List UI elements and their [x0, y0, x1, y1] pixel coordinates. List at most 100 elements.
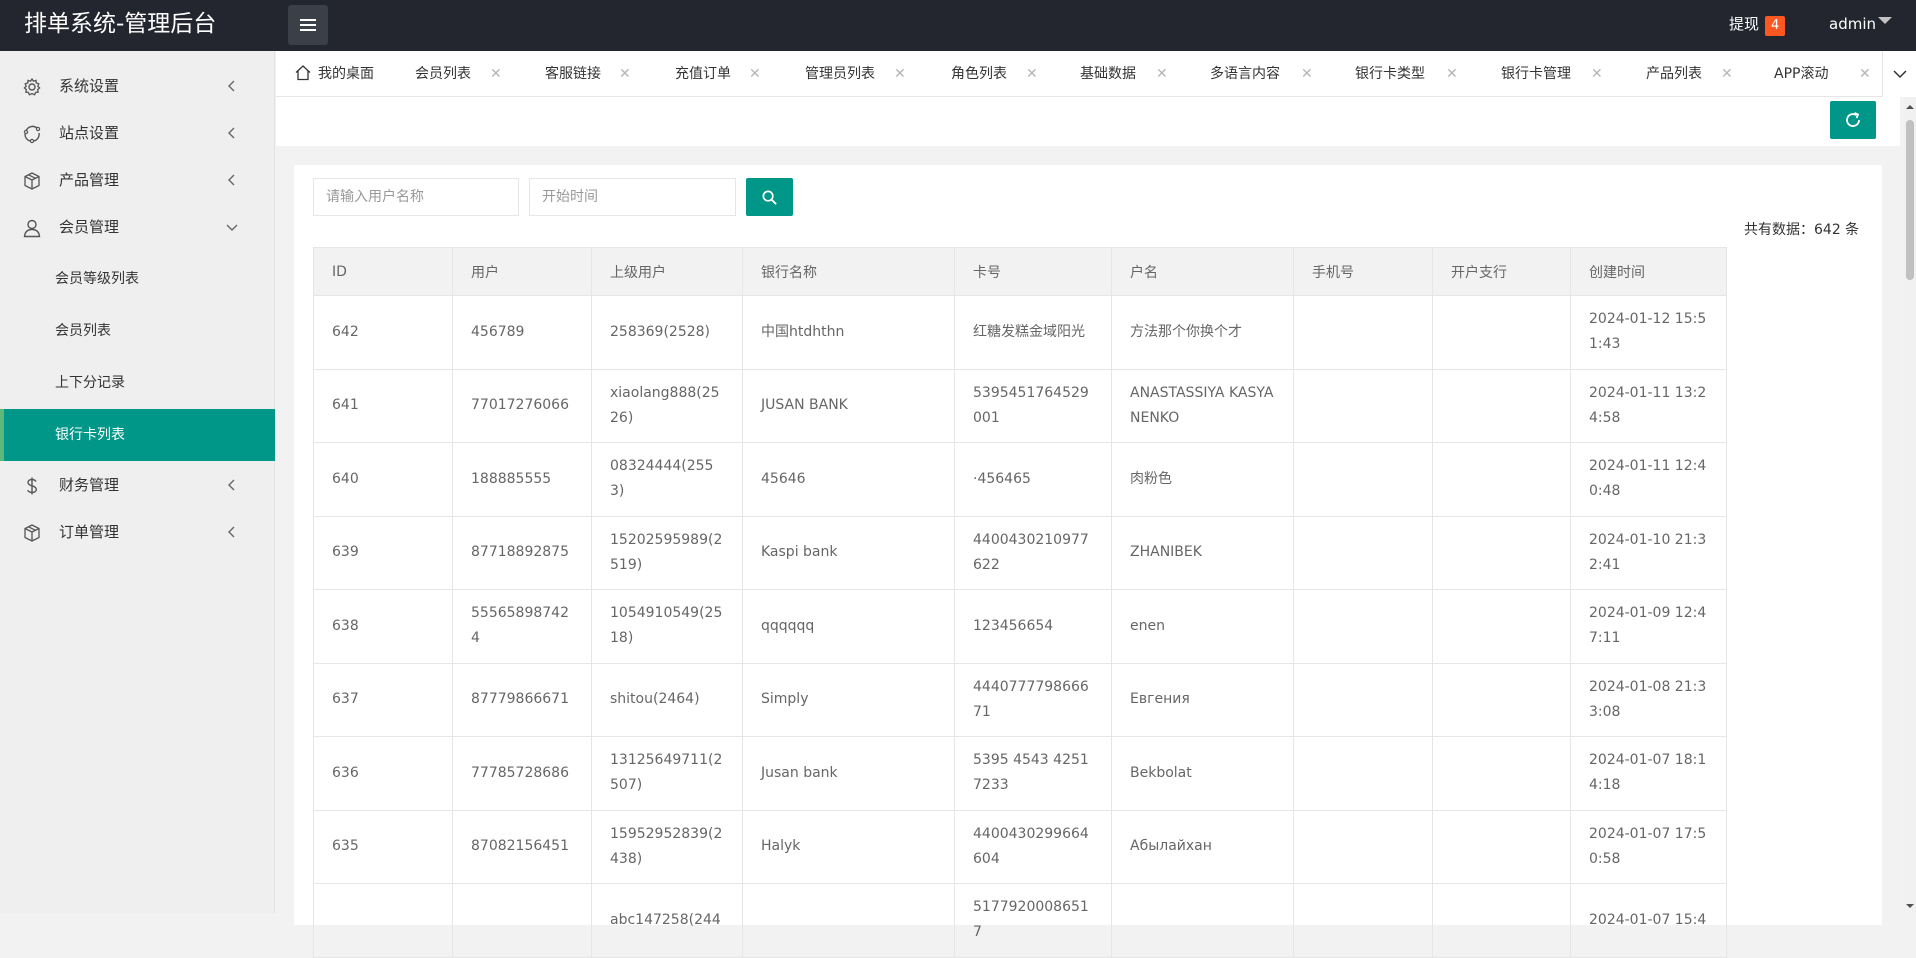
sidebar-item-label: 站点设置	[59, 124, 120, 142]
close-icon[interactable]: ✕	[749, 65, 761, 83]
total-count: 共有数据：642 条	[1744, 222, 1860, 238]
tab-label: APP滚动	[1774, 66, 1829, 82]
refresh-button[interactable]	[1830, 101, 1876, 139]
table-cell: 红糖发糕金域阳光	[954, 295, 1112, 370]
column-header: 开户支行	[1432, 247, 1571, 296]
close-icon[interactable]: ✕	[1301, 65, 1313, 83]
tab-recharge-orders[interactable]: 充值订单 ✕	[675, 51, 775, 96]
table-cell	[1432, 368, 1571, 443]
table-cell: 258369(2528)	[591, 295, 743, 370]
table-cell: 637	[313, 662, 453, 737]
withdraw-label: 提现	[1729, 15, 1760, 33]
table-cell	[1432, 736, 1571, 811]
table-cell: 45646	[742, 442, 955, 517]
close-icon[interactable]: ✕	[490, 65, 502, 83]
scroll-down-arrow-icon[interactable]	[1904, 899, 1916, 913]
tab-role-list[interactable]: 角色列表 ✕	[951, 51, 1051, 96]
box-icon	[24, 524, 40, 542]
table-cell	[1293, 589, 1433, 664]
tab-bank-card-management[interactable]: 银行卡管理 ✕	[1501, 51, 1616, 96]
site-icon	[23, 125, 41, 144]
table-cell: 方法那个你换个才	[1111, 295, 1294, 370]
caret-down-icon[interactable]	[1878, 17, 1892, 24]
sidebar-subitem-bank-card-list[interactable]: 银行卡列表	[0, 409, 275, 461]
user-menu[interactable]: admin	[1829, 14, 1876, 34]
table-cell: 2024-01-08 21:33:08	[1570, 662, 1727, 737]
close-icon[interactable]: ✕	[1026, 65, 1038, 83]
table-cell: 15202595989(2519)	[591, 515, 743, 590]
tab-product-list[interactable]: 产品列表 ✕	[1646, 51, 1746, 96]
app-title: 排单系统-管理后台	[24, 11, 217, 37]
bank-card-table: ID 用户 上级用户 银行名称 卡号 户名 手机号 开户支行 创建时间 642 4…	[313, 247, 1727, 958]
chevron-down-icon	[1893, 70, 1907, 79]
sidebar-item-label: 系统设置	[59, 77, 120, 95]
sidebar-item-site-settings[interactable]: 站点设置	[0, 110, 275, 157]
table-cell: qqqqqq	[742, 589, 955, 664]
tabs-more-button[interactable]	[1882, 51, 1916, 97]
column-header: 创建时间	[1570, 247, 1727, 296]
table-cell: 641	[313, 368, 453, 443]
close-icon[interactable]: ✕	[1446, 65, 1458, 83]
chevron-down-icon	[226, 224, 238, 231]
tab-multilingual-content[interactable]: 多语言内容 ✕	[1210, 51, 1325, 96]
table-cell	[1432, 295, 1571, 370]
tab-label: 角色列表	[951, 66, 1007, 82]
tab-customer-service-links[interactable]: 客服链接 ✕	[545, 51, 645, 96]
scrollbar-thumb[interactable]	[1906, 120, 1914, 280]
close-icon[interactable]: ✕	[1156, 65, 1168, 83]
sidebar-item-member-management[interactable]: 会员管理	[0, 204, 275, 251]
sidebar-item-system-settings[interactable]: 系统设置	[0, 63, 275, 110]
sidebar-subitem-member-list[interactable]: 会员列表	[0, 305, 275, 357]
table-cell	[1293, 295, 1433, 370]
close-icon[interactable]: ✕	[619, 65, 631, 83]
close-icon[interactable]: ✕	[1721, 65, 1733, 83]
tab-member-list[interactable]: 会员列表 ✕	[415, 51, 515, 96]
table-cell: 87082156451	[452, 809, 592, 884]
sidebar-item-label: 产品管理	[59, 171, 120, 189]
table-cell: 2024-01-12 15:51:43	[1570, 295, 1727, 370]
tab-app-scroll[interactable]: APP滚动 ✕	[1774, 51, 1884, 96]
username-search-input[interactable]	[313, 178, 519, 216]
table-cell	[1293, 809, 1433, 884]
close-icon[interactable]: ✕	[894, 65, 906, 83]
sidebar-item-product-management[interactable]: 产品管理	[0, 157, 275, 204]
sidebar-subitem-member-levels[interactable]: 会员等级列表	[0, 253, 275, 305]
column-header: 用户	[452, 247, 592, 296]
table-cell: 77017276066	[452, 368, 592, 443]
table-cell: 640	[313, 442, 453, 517]
sidebar-item-order-management[interactable]: 订单管理	[0, 509, 275, 556]
sidebar-item-finance-management[interactable]: 财务管理	[0, 462, 275, 509]
tab-basic-data[interactable]: 基础数据 ✕	[1080, 51, 1180, 96]
tab-admin-list[interactable]: 管理员列表 ✕	[805, 51, 920, 96]
table-cell: 2024-01-11 12:40:48	[1570, 442, 1727, 517]
tab-label: 银行卡类型	[1355, 66, 1425, 82]
tab-desktop[interactable]: 我的桌面	[294, 51, 394, 96]
column-header: ID	[313, 247, 453, 296]
close-icon[interactable]: ✕	[1859, 65, 1871, 83]
withdraw-link[interactable]: 提现 4	[1729, 14, 1786, 36]
tab-bank-card-types[interactable]: 银行卡类型 ✕	[1355, 51, 1470, 96]
table-cell	[1293, 883, 1433, 958]
table-cell: abc147258(244	[591, 883, 743, 958]
tab-label: 多语言内容	[1210, 66, 1280, 82]
table-row: 641 77017276066 xiaolang888(2526) JUSAN BAN…	[313, 368, 1727, 443]
table-cell: ·456465	[954, 442, 1112, 517]
sidebar-subitem-points-records[interactable]: 上下分记录	[0, 357, 275, 409]
column-header: 手机号	[1293, 247, 1433, 296]
table-row: abc147258(244 51779200086517 2024-01-07 15…	[313, 883, 1727, 958]
table-cell: 2024-01-07 17:50:58	[1570, 809, 1727, 884]
table-cell: 4400430299664604	[954, 809, 1112, 884]
sidebar-toggle-button[interactable]	[288, 5, 328, 45]
table-cell	[1432, 809, 1571, 884]
tab-label: 基础数据	[1080, 66, 1136, 82]
table-cell	[1432, 662, 1571, 737]
close-icon[interactable]: ✕	[1591, 65, 1603, 83]
table-cell: 肉粉色	[1111, 442, 1294, 517]
search-button[interactable]	[746, 178, 793, 216]
refresh-icon	[1846, 112, 1860, 127]
sidebar-item-label: 订单管理	[59, 523, 120, 541]
scroll-up-arrow-icon[interactable]	[1904, 100, 1916, 114]
start-time-input[interactable]	[529, 178, 736, 216]
top-header: 排单系统-管理后台 提现 4 admin	[0, 0, 1916, 51]
column-header: 上级用户	[591, 247, 743, 296]
